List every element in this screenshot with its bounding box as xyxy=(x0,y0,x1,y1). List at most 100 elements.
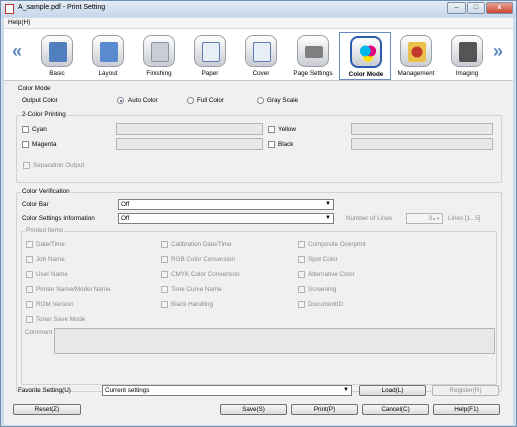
checkbox-printer-name[interactable] xyxy=(26,286,33,293)
checkbox-rom-version[interactable] xyxy=(26,301,33,308)
spinner-arrows-icon[interactable]: ▲▼ xyxy=(432,214,440,223)
checkbox-spot-color[interactable] xyxy=(298,256,305,263)
minimize-button[interactable]: – xyxy=(447,2,466,14)
menu-help[interactable]: Help(H) xyxy=(8,19,30,26)
nav-next-icon[interactable]: » xyxy=(493,41,503,62)
title-bar: A_sample.pdf - Print Setting – □ x xyxy=(1,1,516,17)
checkbox-cmyk-color-conversion[interactable] xyxy=(161,271,168,278)
checkbox-rgb-color-conversion[interactable] xyxy=(161,256,168,263)
checkbox-user-name[interactable] xyxy=(26,271,33,278)
chevron-down-icon: ▼ xyxy=(325,201,331,207)
tab-label: Paper xyxy=(201,70,219,77)
tab-label: Basic xyxy=(49,70,65,77)
tab-imaging[interactable]: Imaging xyxy=(441,32,493,80)
save-button[interactable]: Save(S) xyxy=(220,404,287,415)
checkbox-screening[interactable] xyxy=(298,286,305,293)
tab-label: Management xyxy=(397,70,435,77)
screening-label: Screening xyxy=(308,286,337,293)
dialog-client: « » Basic Layout Finishing Paper Cover P… xyxy=(4,29,513,425)
pdf-file-icon xyxy=(5,4,14,14)
checkbox-composite-overprint[interactable] xyxy=(298,241,305,248)
radio-full-color[interactable] xyxy=(187,97,194,104)
tab-page-settings[interactable]: Page Settings xyxy=(287,32,339,80)
finishing-icon xyxy=(143,35,175,67)
menu-bar: Help(H) xyxy=(4,18,513,28)
gray-scale-label: Gray Scale xyxy=(267,97,299,104)
comment-field[interactable] xyxy=(54,328,495,354)
color-bar-label: Color Bar xyxy=(22,201,49,208)
checkbox-black[interactable] xyxy=(268,141,275,148)
checkbox-magenta[interactable] xyxy=(22,141,29,148)
color-bar-select[interactable]: Off ▼ xyxy=(118,199,334,210)
rgb-color-conversion-label: RGB Color Conversion xyxy=(171,256,236,263)
output-color-label: Output Color xyxy=(22,97,58,104)
checkbox-black-handling[interactable] xyxy=(161,301,168,308)
full-color-label: Full Color xyxy=(197,97,224,104)
two-color-legend: 2-Color Printing xyxy=(21,111,67,118)
composite-overprint-label: Composite Overprint xyxy=(308,241,366,248)
cancel-button[interactable]: Cancel(C) xyxy=(362,404,429,415)
basic-icon xyxy=(41,35,73,67)
tab-paper[interactable]: Paper xyxy=(184,32,236,80)
tab-label: Color Mode xyxy=(348,71,384,78)
tab-cover[interactable]: Cover xyxy=(235,32,287,80)
checkbox-toner-save-mode[interactable] xyxy=(26,316,33,323)
paper-icon xyxy=(194,35,226,67)
radio-auto-color[interactable] xyxy=(117,97,124,104)
maximize-button[interactable]: □ xyxy=(467,2,485,14)
tab-layout[interactable]: Layout xyxy=(82,32,134,80)
job-name-label: Job Name xyxy=(36,256,65,263)
printed-items-legend: Printed Items xyxy=(25,227,65,234)
close-button[interactable]: x xyxy=(486,2,513,14)
calibration-date-time-label: Calibration Date/Time xyxy=(171,241,232,248)
checkbox-tone-curve-name[interactable] xyxy=(161,286,168,293)
favorite-setting-select[interactable]: Current settings ▼ xyxy=(102,385,352,396)
checkbox-cyan[interactable] xyxy=(22,126,29,133)
checkbox-separation-output[interactable] xyxy=(23,162,30,169)
tab-label: Page Settings xyxy=(293,70,333,77)
tab-basic[interactable]: Basic xyxy=(31,32,83,80)
reset-button[interactable]: Reset(Z) xyxy=(13,404,81,415)
color-verification-legend: Color Verification xyxy=(21,188,71,195)
tab-label: Finishing xyxy=(146,70,172,77)
checkbox-document-id[interactable] xyxy=(298,301,305,308)
chevron-down-icon: ▼ xyxy=(325,215,331,221)
document-id-label: DocumentID xyxy=(308,301,343,308)
print-button[interactable]: Print(P) xyxy=(291,404,358,415)
separation-output-label: Separation Output xyxy=(33,162,85,169)
tab-color-mode[interactable]: Color Mode xyxy=(339,32,391,80)
cyan-field xyxy=(116,123,263,135)
number-of-lines-label: Number of Lines xyxy=(346,215,393,222)
color-settings-info-label: Color Settings Information xyxy=(22,215,95,222)
favorite-setting-value: Current settings xyxy=(105,387,150,394)
tab-finishing[interactable]: Finishing xyxy=(133,32,185,80)
printer-name-label: Printer Name/Model Name xyxy=(36,286,111,293)
tone-curve-name-label: Tone Curve Name xyxy=(171,286,222,293)
auto-color-label: Auto Color xyxy=(128,97,158,104)
comment-label: Comment xyxy=(25,329,53,336)
nav-prev-icon[interactable]: « xyxy=(12,41,22,62)
color-settings-info-select[interactable]: Off ▼ xyxy=(118,213,334,224)
black-label: Black xyxy=(278,141,294,148)
number-of-lines-spinner[interactable]: 3 ▲▼ xyxy=(406,213,443,224)
register-button[interactable]: Register(R) xyxy=(432,385,499,396)
print-setting-window: A_sample.pdf - Print Setting – □ x Help(… xyxy=(0,0,517,427)
management-icon xyxy=(400,35,432,67)
imaging-icon xyxy=(451,35,483,67)
checkbox-alternative-color[interactable] xyxy=(298,271,305,278)
black-field xyxy=(351,138,493,150)
checkbox-calibration-date-time[interactable] xyxy=(161,241,168,248)
checkbox-date-time[interactable] xyxy=(26,241,33,248)
radio-gray-scale[interactable] xyxy=(257,97,264,104)
load-button[interactable]: Load(L) xyxy=(359,385,426,396)
lines-range-label: Lines [1...5] xyxy=(448,215,481,222)
toner-save-mode-label: Toner Save Mode xyxy=(36,316,86,323)
help-button[interactable]: Help(F1) xyxy=(433,404,500,415)
tab-management[interactable]: Management xyxy=(390,32,442,80)
checkbox-yellow[interactable] xyxy=(268,126,275,133)
spot-color-label: Spot Color xyxy=(308,256,338,263)
color-settings-info-value: Off xyxy=(121,215,130,222)
yellow-field xyxy=(351,123,493,135)
checkbox-job-name[interactable] xyxy=(26,256,33,263)
color-mode-legend: Color Mode xyxy=(18,85,51,92)
